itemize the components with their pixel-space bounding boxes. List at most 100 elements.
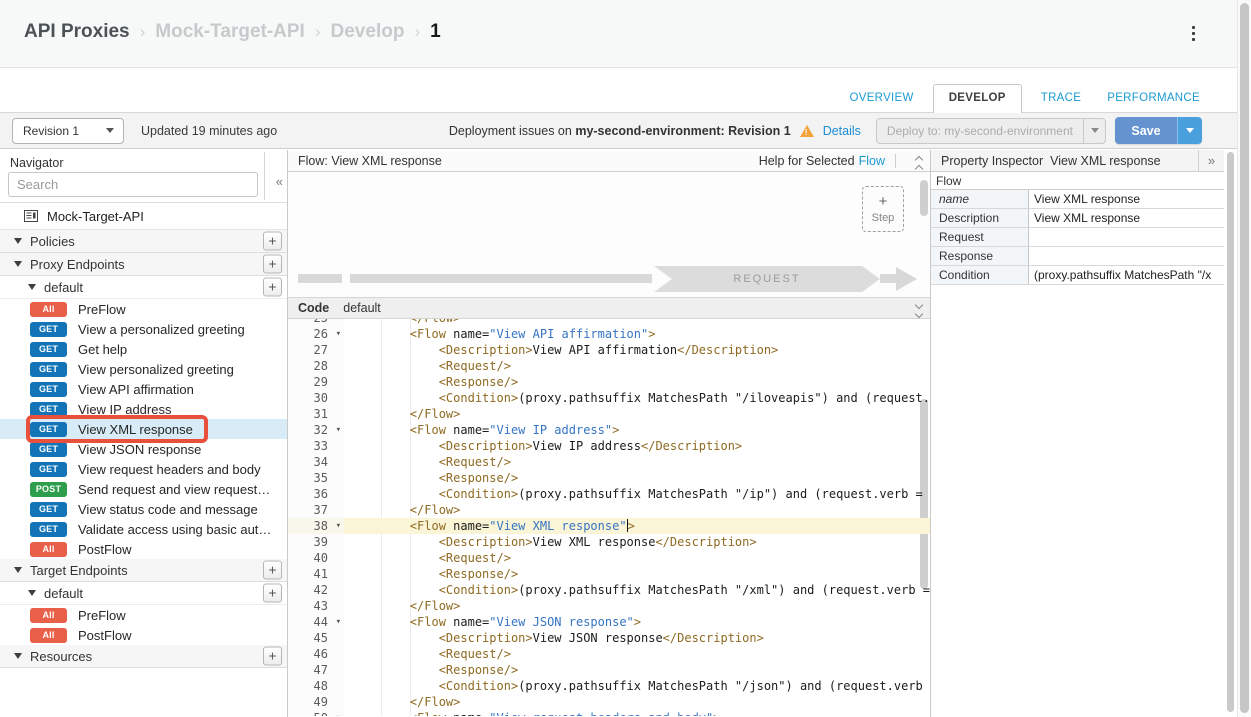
fold-caret-icon[interactable]: ▾ xyxy=(336,614,341,630)
navigator-subsection-default[interactable]: default+ xyxy=(0,276,287,299)
breadcrumb: API Proxies › Mock-Target-API › Develop … xyxy=(24,21,441,43)
tab-overview[interactable]: OVERVIEW xyxy=(837,85,927,112)
property-value[interactable]: View XML response xyxy=(1029,190,1224,208)
triangle-down-icon[interactable] xyxy=(28,590,36,596)
code-line-43[interactable]: 43 </Flow> xyxy=(288,598,930,614)
flow-item-view-request-headers-and-body[interactable]: GETView request headers and body xyxy=(0,459,287,479)
method-badge-get: GET xyxy=(30,522,67,537)
navigator-subsection-default[interactable]: default+ xyxy=(0,582,287,605)
flow-item-get-help[interactable]: GETGet help xyxy=(0,339,287,359)
breadcrumb-develop[interactable]: Develop xyxy=(331,21,405,43)
flow-item-validate-access-using-basic-aut-[interactable]: GETValidate access using basic aut… xyxy=(0,519,287,539)
add-button[interactable]: + xyxy=(263,584,282,603)
flow-item-view-personalized-greeting[interactable]: GETView personalized greeting xyxy=(0,359,287,379)
triangle-down-icon[interactable] xyxy=(14,567,22,573)
fold-caret-icon[interactable]: ▾ xyxy=(336,326,341,342)
code-line-34[interactable]: 34 <Request/> xyxy=(288,454,930,470)
code-line-47[interactable]: 47 <Response/> xyxy=(288,662,930,678)
browser-scrollbar-thumb[interactable] xyxy=(1240,3,1249,713)
code-line-50[interactable]: 50▾ <Flow name="View request headers and… xyxy=(288,710,930,716)
code-line-30[interactable]: 30 <Condition>(proxy.pathsuffix MatchesP… xyxy=(288,390,930,406)
code-line-35[interactable]: 35 <Response/> xyxy=(288,470,930,486)
flow-item-view-status-code-and-message[interactable]: GETView status code and message xyxy=(0,499,287,519)
add-button[interactable]: + xyxy=(263,278,282,297)
help-flow-link[interactable]: Flow xyxy=(859,154,885,168)
code-line-37[interactable]: 37 </Flow> xyxy=(288,502,930,518)
code-line-31[interactable]: 31 </Flow> xyxy=(288,406,930,422)
save-dropdown-button[interactable] xyxy=(1177,117,1202,144)
triangle-down-icon[interactable] xyxy=(14,261,22,267)
code-line-28[interactable]: 28 <Request/> xyxy=(288,358,930,374)
flow-item-preflow[interactable]: AllPreFlow xyxy=(0,299,287,319)
navigator-section-policies[interactable]: Policies+ xyxy=(0,230,287,253)
flow-item-view-json-response[interactable]: GETView JSON response xyxy=(0,439,287,459)
add-button[interactable]: + xyxy=(263,232,282,251)
flow-item-postflow[interactable]: AllPostFlow xyxy=(0,625,287,645)
search-input[interactable] xyxy=(8,172,258,197)
code-title: Code xyxy=(298,301,329,315)
property-value[interactable]: View XML response xyxy=(1029,209,1224,227)
property-value[interactable]: (proxy.pathsuffix MatchesPath "/x xyxy=(1029,266,1224,284)
code-line-27[interactable]: 27 <Description>View API affirmation</De… xyxy=(288,342,930,358)
collapse-panel-icon[interactable]: « xyxy=(276,174,283,189)
triangle-down-icon[interactable] xyxy=(28,284,36,290)
flow-item-preflow[interactable]: AllPreFlow xyxy=(0,605,287,625)
details-link[interactable]: Details xyxy=(823,124,861,138)
navigator-proxy-root[interactable]: Mock-Target-API xyxy=(0,203,287,230)
add-button[interactable]: + xyxy=(263,255,282,274)
code-line-42[interactable]: 42 <Condition>(proxy.pathsuffix MatchesP… xyxy=(288,582,930,598)
code-line-32[interactable]: 32▾ <Flow name="View IP address"> xyxy=(288,422,930,438)
code-editor[interactable]: 25 </Flow>26▾ <Flow name="View API affir… xyxy=(288,319,930,716)
flow-item-postflow[interactable]: AllPostFlow xyxy=(0,539,287,559)
flow-item-send-request-and-view-request-[interactable]: POSTSend request and view request… xyxy=(0,479,287,499)
triangle-down-icon[interactable] xyxy=(14,653,22,659)
code-line-49[interactable]: 49 </Flow> xyxy=(288,694,930,710)
fold-caret-icon[interactable]: ▾ xyxy=(336,422,341,438)
code-line-26[interactable]: 26▾ <Flow name="View API affirmation"> xyxy=(288,326,930,342)
kebab-menu-icon[interactable] xyxy=(1190,24,1197,43)
breadcrumb-proxy-name[interactable]: Mock-Target-API xyxy=(155,21,305,43)
expand-panel-icon[interactable]: » xyxy=(1198,150,1224,171)
code-line-40[interactable]: 40 <Request/> xyxy=(288,550,930,566)
panel-scrollbar[interactable] xyxy=(1227,152,1234,712)
tab-trace[interactable]: TRACE xyxy=(1028,85,1094,112)
revision-select[interactable]: Revision 1 xyxy=(12,118,124,144)
fold-caret-icon[interactable]: ▾ xyxy=(336,710,341,716)
caret-down-icon[interactable] xyxy=(1083,119,1105,143)
code-line-33[interactable]: 33 <Description>View IP address</Descrip… xyxy=(288,438,930,454)
code-line-46[interactable]: 46 <Request/> xyxy=(288,646,930,662)
flow-item-view-a-personalized-greeting[interactable]: GETView a personalized greeting xyxy=(0,319,287,339)
code-line-41[interactable]: 41 <Response/> xyxy=(288,566,930,582)
flow-item-view-ip-address[interactable]: GETView IP address xyxy=(0,399,287,419)
deploy-to-select[interactable]: Deploy to: my-second-environment xyxy=(876,118,1106,144)
code-line-25[interactable]: 25 </Flow> xyxy=(288,319,930,326)
code-line-48[interactable]: 48 <Condition>(proxy.pathsuffix MatchesP… xyxy=(288,678,930,694)
fold-caret-icon[interactable]: ▾ xyxy=(336,518,341,534)
code-line-38[interactable]: 38▾ <Flow name="View XML response"> xyxy=(288,518,930,534)
code-line-44[interactable]: 44▾ <Flow name="View JSON response"> xyxy=(288,614,930,630)
save-button[interactable]: Save xyxy=(1115,117,1177,144)
add-button[interactable]: + xyxy=(263,561,282,580)
flow-canvas-scrollbar[interactable] xyxy=(920,180,928,216)
flow-item-view-xml-response[interactable]: GETView XML response xyxy=(0,419,287,439)
tab-performance[interactable]: PERFORMANCE xyxy=(1094,85,1213,112)
code-line-45[interactable]: 45 <Description>View JSON response</Desc… xyxy=(288,630,930,646)
property-value[interactable] xyxy=(1029,228,1224,246)
triangle-down-icon[interactable] xyxy=(14,238,22,244)
toolbar: Revision 1 Updated 19 minutes ago Deploy… xyxy=(0,112,1237,149)
add-step-button[interactable]: + Step xyxy=(862,186,904,232)
add-button[interactable]: + xyxy=(263,647,282,666)
tab-develop[interactable]: DEVELOP xyxy=(933,84,1022,113)
collapse-up-icon[interactable] xyxy=(916,154,922,172)
code-line-36[interactable]: 36 <Condition>(proxy.pathsuffix MatchesP… xyxy=(288,486,930,502)
browser-scrollbar[interactable] xyxy=(1237,0,1251,717)
property-value[interactable] xyxy=(1029,247,1224,265)
flow-item-view-api-affirmation[interactable]: GETView API affirmation xyxy=(0,379,287,399)
navigator-section-resources[interactable]: Resources+ xyxy=(0,645,287,668)
breadcrumb-api-proxies[interactable]: API Proxies xyxy=(24,21,130,43)
navigator-section-proxy-endpoints[interactable]: Proxy Endpoints+ xyxy=(0,253,287,276)
code-line-39[interactable]: 39 <Description>View XML response</Descr… xyxy=(288,534,930,550)
code-line-29[interactable]: 29 <Response/> xyxy=(288,374,930,390)
expand-down-icon[interactable] xyxy=(916,302,922,320)
navigator-section-target-endpoints[interactable]: Target Endpoints+ xyxy=(0,559,287,582)
